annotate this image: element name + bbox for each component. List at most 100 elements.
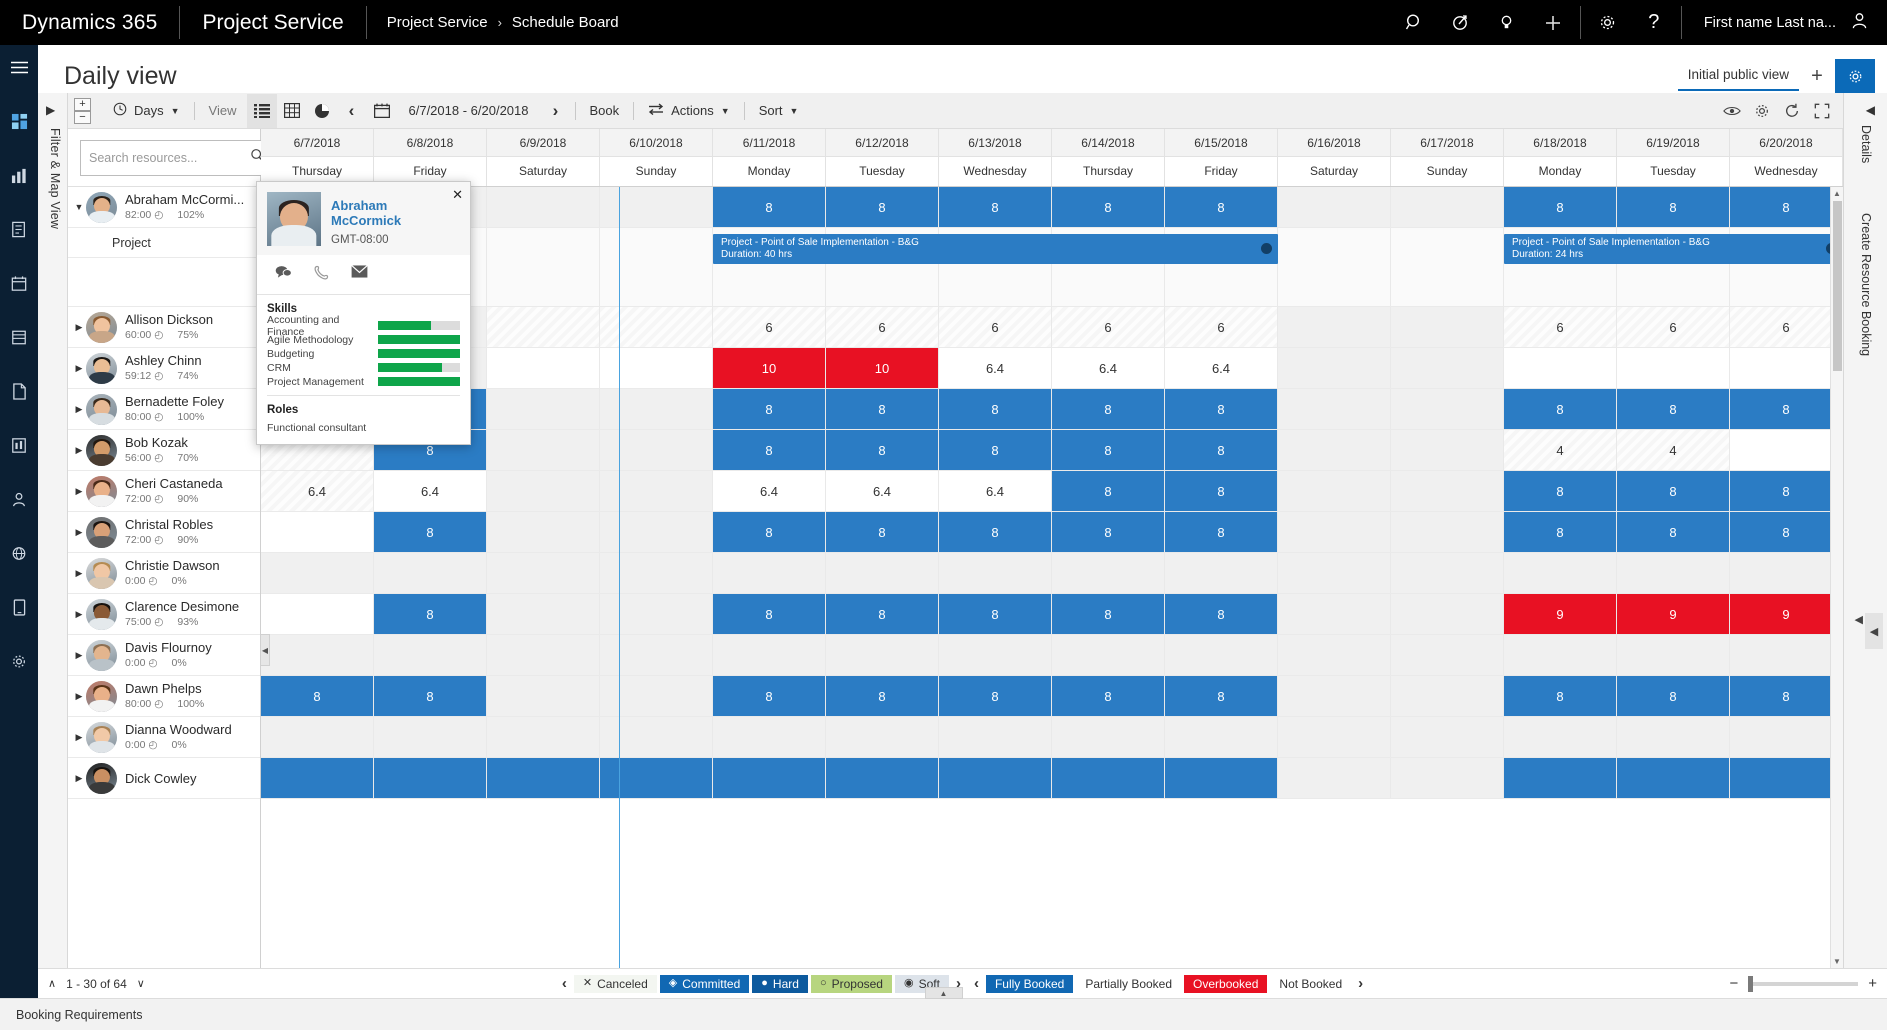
calendar-cell[interactable] [487, 430, 600, 470]
expand-icon[interactable]: ▶ [72, 486, 86, 497]
calendar-cell[interactable]: 8 [939, 430, 1052, 470]
calendar-cell[interactable] [939, 717, 1052, 757]
calendar-cell[interactable] [1391, 676, 1504, 716]
calendar-cell[interactable]: 8 [1052, 389, 1165, 429]
calendar-cell[interactable] [1391, 512, 1504, 552]
booking-lane-cell[interactable] [1278, 228, 1391, 306]
list-view-icon[interactable] [246, 93, 277, 128]
zoom-slider-thumb[interactable] [1748, 975, 1754, 992]
calendar-cell[interactable] [1391, 187, 1504, 227]
expand-icon[interactable]: ▶ [72, 322, 86, 333]
calendar-cell[interactable]: 8 [1052, 594, 1165, 634]
phone-icon[interactable] [314, 265, 329, 285]
email-icon[interactable] [351, 265, 368, 285]
booking-block[interactable]: Project - Point of Sale Implementation -… [1504, 234, 1843, 264]
calendar-cell[interactable] [1278, 348, 1391, 388]
calendar-cell[interactable]: 8 [374, 676, 487, 716]
help-icon[interactable]: ? [1633, 0, 1675, 45]
calendar-cell[interactable] [1617, 553, 1730, 593]
calendar-cell[interactable]: 6.4 [1052, 348, 1165, 388]
calendar-cell[interactable]: 8 [713, 512, 826, 552]
calendar-cell[interactable]: 6.4 [1165, 348, 1278, 388]
calendar-cell[interactable]: 4 [1504, 430, 1617, 470]
calendar-cell[interactable] [600, 430, 713, 470]
calendar-cell[interactable] [713, 717, 826, 757]
calendar-cell[interactable] [1278, 676, 1391, 716]
calendar-cell[interactable]: 8 [939, 512, 1052, 552]
add-icon[interactable] [1532, 0, 1574, 45]
list-item[interactable]: ▶ Cheri Castaneda 72:00 ◴ 90% [68, 471, 260, 512]
calendar-cell[interactable] [1391, 389, 1504, 429]
calendar-cell[interactable]: 8 [1165, 187, 1278, 227]
actions-menu[interactable]: Actions ▼ [638, 94, 740, 128]
expand-icon[interactable]: ▶ [72, 773, 86, 784]
calendar-cell[interactable] [1391, 717, 1504, 757]
calendar-cell[interactable] [1391, 635, 1504, 675]
calendar-cell[interactable] [261, 635, 374, 675]
tab-initial-public-view[interactable]: Initial public view [1677, 61, 1799, 91]
scroll-up-arrow[interactable]: ▲ [1831, 187, 1843, 200]
board-settings-gear-icon[interactable] [1835, 59, 1875, 93]
calendar-cell[interactable]: 8 [1052, 430, 1165, 470]
calendar-cell[interactable] [600, 553, 713, 593]
calendar-cell[interactable] [487, 635, 600, 675]
zoom-in-button[interactable]: + [1868, 975, 1877, 992]
calendar-cell[interactable]: 6 [1730, 307, 1843, 347]
calendar-cell[interactable] [1730, 430, 1843, 470]
calendar-cell[interactable]: 8 [939, 676, 1052, 716]
calendar-cell[interactable]: 8 [1165, 594, 1278, 634]
calendar-cell[interactable] [1391, 594, 1504, 634]
breadcrumb-current[interactable]: Schedule Board [512, 14, 619, 31]
calendar-cell[interactable]: 8 [1165, 430, 1278, 470]
calendar-cell[interactable] [713, 553, 826, 593]
calendar-cell[interactable] [1278, 635, 1391, 675]
calendar-cell[interactable] [374, 553, 487, 593]
calendar-cell[interactable] [1278, 307, 1391, 347]
dashboard-icon[interactable] [0, 101, 38, 141]
calendar-cell[interactable] [1052, 553, 1165, 593]
filter-map-panel[interactable]: ▶ Filter & Map View [38, 93, 68, 968]
collapse-up-icon[interactable]: ∧ [48, 977, 56, 990]
user-icon[interactable] [0, 479, 38, 519]
calendar-cell[interactable] [1052, 758, 1165, 798]
breadcrumb-root[interactable]: Project Service [387, 14, 488, 31]
eye-icon[interactable] [1717, 94, 1747, 128]
calendar-cell[interactable]: 8 [374, 512, 487, 552]
legend-item-not-booked[interactable]: Not Booked [1270, 974, 1352, 993]
calendar-cell[interactable]: 6.4 [939, 348, 1052, 388]
book-icon[interactable] [0, 317, 38, 357]
footer-label[interactable]: Booking Requirements [16, 1008, 142, 1022]
calendar-cell[interactable] [1391, 553, 1504, 593]
search-icon[interactable] [1394, 0, 1436, 45]
calendar-cell[interactable] [1730, 758, 1843, 798]
calendar-cell[interactable]: 8 [1730, 676, 1843, 716]
chat-icon[interactable] [275, 265, 292, 285]
refresh-icon[interactable] [1777, 94, 1807, 128]
calendar-cell[interactable]: 8 [1617, 676, 1730, 716]
calendar-cell[interactable] [487, 187, 600, 227]
calendar-cell[interactable]: 6 [1617, 307, 1730, 347]
legend-item-overbooked[interactable]: Overbooked [1184, 974, 1268, 993]
calendar-cell[interactable]: 8 [1730, 187, 1843, 227]
expand-filter-icon[interactable]: ▶ [46, 103, 55, 117]
collapse-right-panel-icon[interactable]: ◀ [1866, 103, 1875, 117]
calendar-cell[interactable] [600, 307, 713, 347]
booking-lane-cell[interactable] [1391, 228, 1504, 306]
calendar-cell[interactable]: 8 [713, 676, 826, 716]
calendar-cell[interactable] [487, 471, 600, 511]
zoom-out-button[interactable]: − [74, 110, 91, 124]
previous-period-button[interactable]: ‹ [337, 94, 367, 128]
calendar-cell[interactable]: 8 [713, 430, 826, 470]
calendar-cell[interactable] [600, 594, 713, 634]
calendar-cell[interactable] [1504, 717, 1617, 757]
expand-icon[interactable]: ▶ [72, 609, 86, 620]
calendar-cell[interactable] [1278, 594, 1391, 634]
sort-menu[interactable]: Sort ▼ [749, 94, 809, 128]
legend-item-partially-booked[interactable]: Partially Booked [1076, 974, 1182, 993]
calendar-cell[interactable] [600, 389, 713, 429]
calendar-cell[interactable] [1165, 717, 1278, 757]
booking-legend-next-icon[interactable]: › [1358, 975, 1363, 992]
calendar-cell[interactable] [939, 635, 1052, 675]
calendar-cell[interactable] [1278, 512, 1391, 552]
calendar-cell[interactable]: 8 [713, 389, 826, 429]
